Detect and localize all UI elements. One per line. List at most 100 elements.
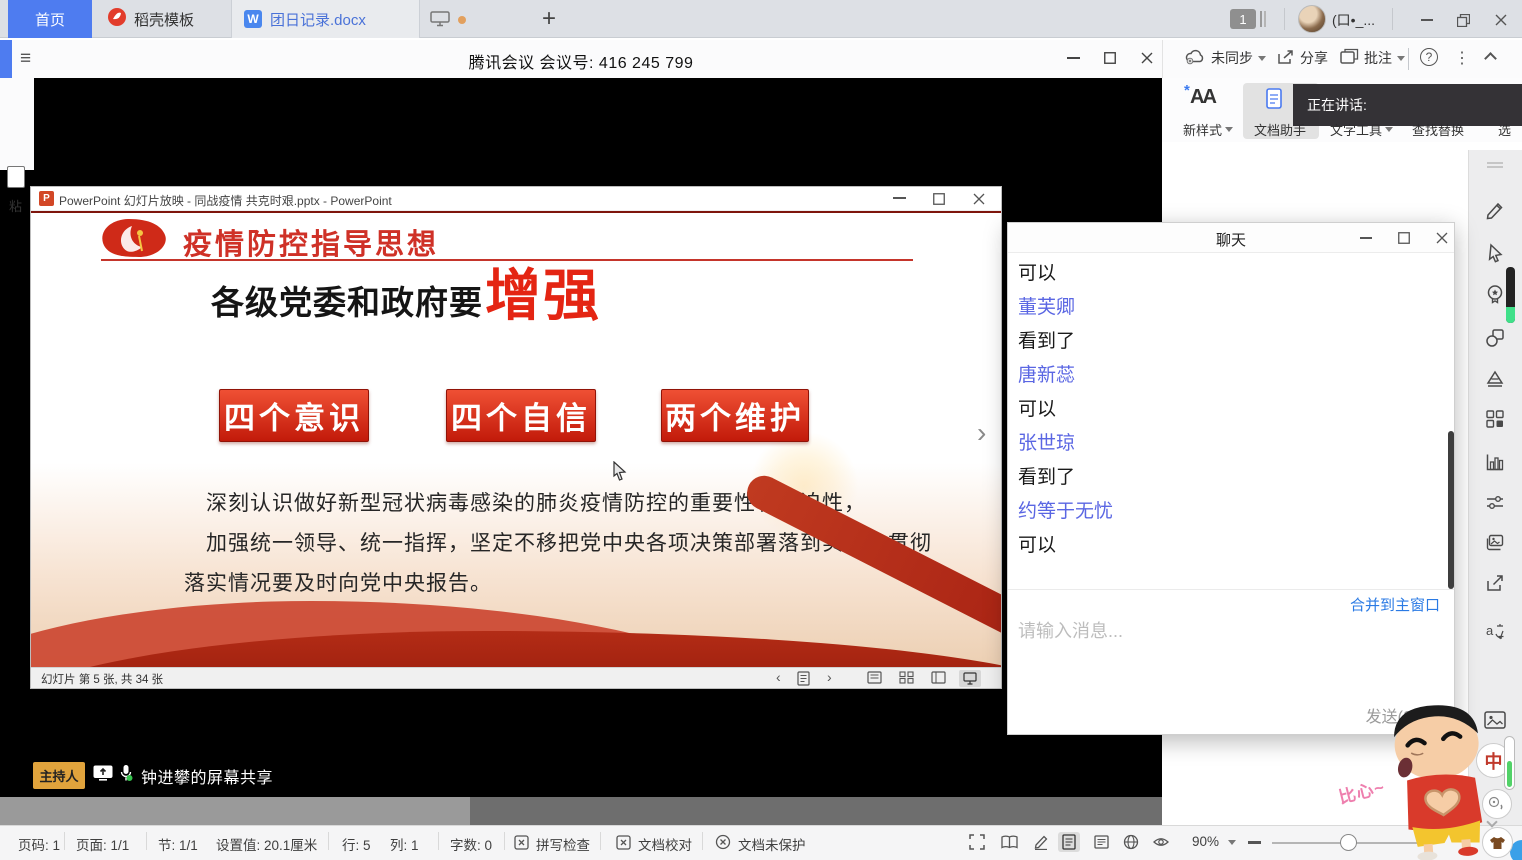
app-minimize-button[interactable] — [1412, 12, 1442, 28]
sync-button[interactable]: 未同步 — [1184, 48, 1266, 68]
spell-check-icon[interactable] — [510, 832, 532, 852]
translate-icon[interactable]: a — [1483, 620, 1507, 644]
sidebar-drag-handle[interactable] — [1487, 162, 1503, 168]
smartart-pyramid-icon[interactable] — [1483, 367, 1507, 391]
zoom-out-button[interactable] — [1248, 841, 1261, 844]
comment-button[interactable]: 批注 — [1340, 48, 1405, 68]
style-asterisk-icon: * — [1184, 82, 1190, 99]
chat-message: 可以 — [1018, 257, 1438, 291]
paste-icon[interactable] — [7, 166, 25, 188]
settings-sliders-icon[interactable] — [1483, 491, 1507, 515]
divider — [1408, 48, 1409, 70]
share-status-text: 钟进攀的屏幕共享 — [141, 764, 273, 788]
help-button[interactable]: ? — [1420, 48, 1438, 66]
shapes-icon[interactable] — [1483, 326, 1507, 350]
user-avatar[interactable] — [1298, 5, 1326, 33]
chat-sender-name[interactable]: 约等于无忧 — [1018, 495, 1438, 529]
proofread-icon[interactable] — [612, 832, 634, 852]
slide-title: 疫情防控指导思想 — [183, 221, 439, 263]
section-info: 节: 1/1 — [158, 834, 198, 854]
eye-protection-icon[interactable] — [1150, 832, 1172, 852]
album-icon[interactable] — [1483, 531, 1507, 555]
new-tab-button[interactable]: + — [534, 2, 564, 36]
heart-gesture-text: 比心~ — [1336, 773, 1388, 809]
meeting-minimize-button[interactable] — [1058, 50, 1088, 66]
normal-view-icon[interactable] — [867, 671, 882, 689]
heading-emphasis: 增强 — [485, 269, 601, 322]
paste-label[interactable]: 粘 — [9, 196, 22, 215]
chart-icon[interactable] — [1483, 450, 1507, 474]
tab-docer-templates[interactable]: 稻壳模板 — [96, 0, 232, 38]
chat-message: 可以 — [1018, 393, 1438, 427]
slide-sorter-icon[interactable] — [899, 671, 914, 689]
meeting-maximize-button[interactable] — [1095, 50, 1125, 66]
edit-pen-icon[interactable] — [1483, 198, 1507, 222]
tab-home[interactable]: 首页 — [8, 0, 92, 38]
monitor-icon[interactable] — [430, 11, 450, 32]
notes-icon[interactable] — [797, 671, 810, 691]
zoom-slider-knob[interactable] — [1340, 834, 1357, 851]
page-view-icon[interactable] — [1058, 832, 1080, 852]
chevron-up-icon — [1484, 52, 1497, 65]
page-number: 页码: 1 — [18, 834, 60, 854]
zoom-level[interactable]: 90% — [1192, 834, 1219, 849]
cartoon-character — [1383, 698, 1501, 860]
divider — [600, 832, 601, 850]
next-slide-arrow[interactable]: › — [977, 417, 986, 449]
slide-canvas: 疫情防控指导思想 各级党委和政府要 增强 四个意识 四个自信 两个维护 深刻认识… — [31, 211, 1001, 667]
dropdown-caret-icon — [1385, 127, 1393, 132]
outline-view-icon[interactable] — [1090, 832, 1112, 852]
share-button[interactable]: 分享 — [1277, 48, 1328, 68]
spell-check-label[interactable]: 拼写检查 — [536, 834, 590, 854]
slogan-box-3: 两个维护 — [661, 389, 809, 442]
next-slide-icon[interactable]: › — [827, 669, 832, 685]
slogan-box-1: 四个意识 — [219, 389, 369, 442]
divider — [328, 832, 329, 850]
chat-sender-name[interactable]: 张世琼 — [1018, 427, 1438, 461]
divider — [146, 832, 147, 850]
merge-to-main-link[interactable]: 合并到主窗口 — [1350, 594, 1440, 615]
web-view-icon[interactable] — [1120, 832, 1142, 852]
app-restore-button[interactable] — [1448, 12, 1478, 28]
user-name[interactable]: (口•_... — [1332, 10, 1375, 30]
protection-label[interactable]: 文档未保护 — [738, 834, 806, 854]
chat-message-input[interactable]: 请输入消息... — [1018, 617, 1398, 643]
edit-mode-icon[interactable] — [1030, 832, 1052, 852]
zoom-caret-icon[interactable] — [1228, 840, 1236, 845]
app-close-button[interactable] — [1486, 12, 1516, 28]
seal-badge-icon[interactable] — [1483, 282, 1507, 306]
widget-volume-slider[interactable] — [1504, 736, 1515, 790]
select-cursor-icon[interactable] — [1483, 241, 1507, 265]
chat-close-button[interactable] — [1436, 231, 1448, 249]
chat-scrollbar[interactable] — [1448, 431, 1454, 589]
ppt-maximize-button[interactable] — [933, 192, 945, 210]
fullscreen-icon[interactable] — [966, 832, 988, 852]
collapse-ribbon-button[interactable] — [1486, 54, 1495, 63]
tab-document[interactable]: W 团日记录.docx — [232, 0, 420, 38]
meeting-close-button[interactable] — [1132, 50, 1162, 66]
chat-sender-name[interactable]: 唐新蕊 — [1018, 359, 1438, 393]
export-share-icon[interactable] — [1483, 571, 1507, 595]
chat-maximize-button[interactable] — [1398, 231, 1410, 249]
tab-bar: 首页 稻壳模板 W 团日记录.docx + 1 (口•_... — [0, 0, 1522, 38]
new-style-label[interactable]: 新样式 — [1183, 120, 1233, 139]
ppt-status-bar: 幻灯片 第 5 张, 共 34 张 ‹ › — [31, 667, 1001, 688]
chat-minimize-button[interactable] — [1360, 231, 1372, 239]
layout-grid-icon[interactable] — [1483, 407, 1507, 431]
chat-window: 聊天 可以 董芙卿 看到了 唐新蕊 可以 张世琼 看到了 约等于无忧 可以 合并… — [1007, 222, 1455, 735]
chat-sender-name[interactable]: 董芙卿 — [1018, 291, 1438, 325]
protection-shield-icon[interactable] — [712, 832, 734, 852]
prev-slide-icon[interactable]: ‹ — [776, 669, 781, 685]
ppt-minimize-button[interactable] — [893, 197, 906, 199]
slideshow-view-icon[interactable] — [959, 670, 981, 687]
chat-message-list[interactable]: 可以 董芙卿 看到了 唐新蕊 可以 张世琼 看到了 约等于无忧 可以 — [1018, 257, 1438, 563]
more-options-button[interactable]: ⋮ — [1454, 48, 1470, 68]
reading-view-icon[interactable] — [931, 671, 946, 689]
ppt-close-button[interactable] — [973, 192, 985, 210]
recording-dot-icon — [458, 16, 466, 24]
sidebar-scrollbar[interactable] — [1506, 267, 1515, 323]
window-count-badge[interactable]: 1 — [1230, 9, 1256, 29]
proofread-label[interactable]: 文档校对 — [638, 834, 692, 854]
cloud-sync-icon — [1184, 48, 1206, 68]
book-view-icon[interactable] — [998, 832, 1020, 852]
